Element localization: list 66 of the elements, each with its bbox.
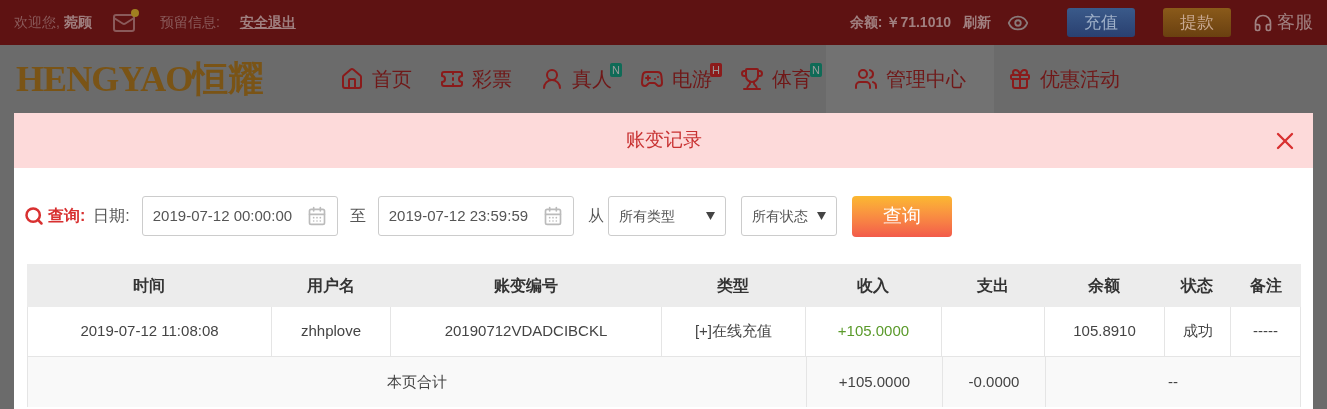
calendar-icon[interactable] [542,206,563,226]
nav-label: 首页 [372,67,412,92]
table-cell: +105.0000 [806,357,942,407]
table-cell: 20190712VDADCIBCKL [390,307,661,356]
column-header: 用户名 [305,275,356,296]
query-button[interactable]: 查询 [851,195,952,237]
from-label: 从 [587,206,604,226]
search-icon [24,206,44,226]
person-icon [540,67,564,91]
nav-label: 电游 [672,67,712,92]
column-header: 支出 [975,275,1010,296]
gift-icon [1008,67,1032,91]
support-link[interactable]: 客服 [1277,9,1313,36]
username: 菀顾 [63,13,92,32]
nav-label: 管理中心 [886,67,966,92]
column-header: 余额 [1087,275,1121,296]
column-header: 账变编号 [492,275,559,296]
nav-label: 优惠活动 [1040,67,1120,92]
table-cell: -- [1045,357,1300,407]
table-cell: ----- [1230,307,1301,356]
nav-badge: N [610,63,622,77]
nav-item[interactable]: 彩票 [426,45,526,113]
type-select[interactable]: 所有类型 [607,196,726,236]
caret-icon [705,212,715,220]
nav-item[interactable]: 优惠活动 [994,45,1134,113]
date-from-field[interactable]: 2019-07-12 00:00:00 [141,196,338,236]
users-icon [854,67,878,91]
trophy-icon [740,67,764,91]
welcome-text: 欢迎您, [14,13,60,32]
table-cell: zhhplove [271,307,390,356]
table-cell: [+]在线充值 [661,307,805,356]
date-label: 日期: [93,206,130,226]
nav-label: 彩票 [472,67,512,92]
nav-item[interactable]: 首页 [326,45,426,113]
logout-link[interactable]: 安全退出 [239,12,296,33]
dialog-title: 账变记录 [625,128,702,153]
table-cell: 2019-07-12 11:08:08 [27,307,271,356]
deposit-button[interactable]: 充值 [1067,8,1135,37]
home-icon [340,67,364,91]
table-cell-text: 本页合计 [386,371,448,392]
nav-badge: N [810,63,822,77]
date-to-field[interactable]: 2019-07-12 23:59:59 [377,196,574,236]
nav-badge: H [710,63,722,77]
table-cell: -0.0000 [942,357,1045,407]
mail-icon[interactable] [111,10,136,35]
caret-icon [816,212,826,220]
table-cell: 105.8910 [1044,307,1164,356]
to-label: 至 [349,206,366,226]
nav-label: 真人 [572,67,612,92]
column-header: 备注 [1248,275,1283,296]
column-header: 时间 [132,275,166,296]
column-header: 收入 [856,275,890,296]
query-label: 查询: [48,206,86,226]
headset-icon[interactable] [1253,12,1273,33]
withdraw-button[interactable]: 提款 [1163,8,1231,37]
calendar-icon[interactable] [306,206,327,226]
column-header: 类型 [716,275,750,296]
nav-item[interactable]: 管理中心 [826,45,994,113]
refresh-link[interactable]: 刷新 [963,12,991,33]
column-header: 状态 [1179,275,1214,296]
table-cell: +105.0000 [805,307,941,356]
table-cell: 成功 [1164,307,1230,356]
balance-text: 余额: ￥71.1010 [849,13,951,32]
status-select[interactable]: 所有状态 [740,196,837,236]
nav-label: 体育 [772,67,812,92]
reserved-info-label: 预留信息: [159,13,220,32]
